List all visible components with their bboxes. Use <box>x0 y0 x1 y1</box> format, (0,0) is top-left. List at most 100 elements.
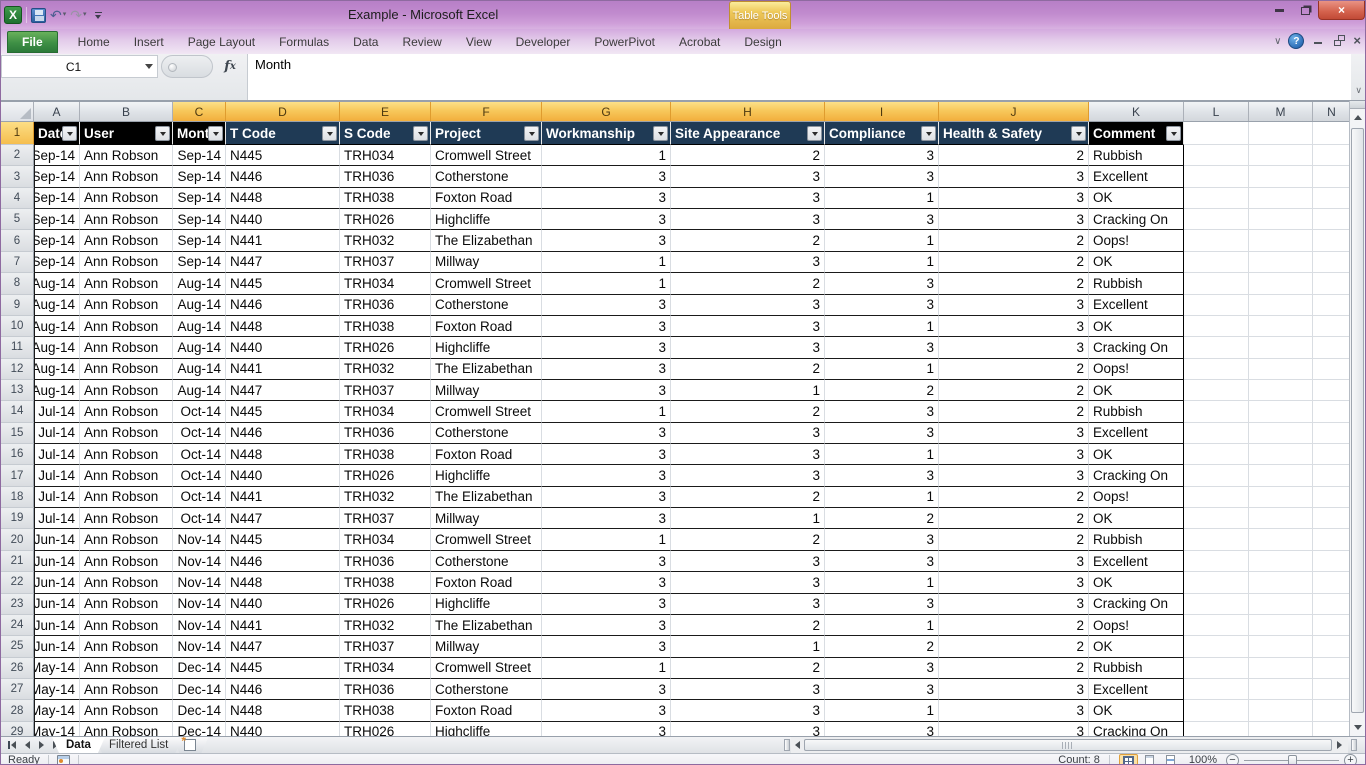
cell-compliance[interactable]: 3 <box>825 722 939 736</box>
header-cell-health_safety[interactable]: Health & Safety <box>939 122 1089 145</box>
cell-tcode[interactable]: N441 <box>226 615 340 636</box>
cell-health_safety[interactable]: 3 <box>939 722 1089 736</box>
cell-comment[interactable]: Cracking On <box>1089 722 1184 736</box>
empty-cell[interactable] <box>1249 252 1313 273</box>
cell-compliance[interactable]: 3 <box>825 145 939 166</box>
cell-health_safety[interactable]: 3 <box>939 594 1089 615</box>
empty-cell[interactable] <box>1313 700 1351 721</box>
cell-workmanship[interactable]: 3 <box>542 295 671 316</box>
empty-cell[interactable] <box>1184 465 1249 486</box>
column-header-E[interactable]: E <box>340 102 431 121</box>
cell-user[interactable]: Ann Robson <box>80 487 173 508</box>
row-number[interactable]: 14 <box>1 401 34 422</box>
cell-workmanship[interactable]: 3 <box>542 722 671 736</box>
cell-tcode[interactable]: N447 <box>226 508 340 529</box>
row-number[interactable]: 22 <box>1 572 34 593</box>
empty-cell[interactable] <box>1313 615 1351 636</box>
tab-view[interactable]: View <box>454 31 504 53</box>
cell-project[interactable]: Foxton Road <box>431 316 542 337</box>
cell-date[interactable]: Jul-14 <box>34 508 80 529</box>
cell-month[interactable]: Sep-14 <box>173 188 226 209</box>
cell-tcode[interactable]: N445 <box>226 145 340 166</box>
empty-cell[interactable] <box>1313 145 1351 166</box>
cell-project[interactable]: Highcliffe <box>431 209 542 230</box>
header-cell-workmanship[interactable]: Workmanship <box>542 122 671 145</box>
cell-date[interactable]: Jun-14 <box>34 572 80 593</box>
cell-scode[interactable]: TRH037 <box>340 636 431 657</box>
scroll-up-button[interactable] <box>1350 109 1365 126</box>
row-number[interactable]: 1 <box>1 122 34 145</box>
cell-tcode[interactable]: N446 <box>226 166 340 187</box>
cell-site_appearance[interactable]: 3 <box>671 444 825 465</box>
header-cell-user[interactable]: User <box>80 122 173 145</box>
cell-date[interactable]: Aug-14 <box>34 380 80 401</box>
cell-month[interactable]: Aug-14 <box>173 316 226 337</box>
cell-comment[interactable]: Oops! <box>1089 359 1184 380</box>
cell-health_safety[interactable]: 3 <box>939 166 1089 187</box>
empty-cell[interactable] <box>1184 166 1249 187</box>
cell-health_safety[interactable]: 2 <box>939 508 1089 529</box>
cell-site_appearance[interactable]: 1 <box>671 636 825 657</box>
cell-project[interactable]: Cotherstone <box>431 295 542 316</box>
cell-tcode[interactable]: N441 <box>226 487 340 508</box>
cell-workmanship[interactable]: 3 <box>542 380 671 401</box>
cell-comment[interactable]: Rubbish <box>1089 529 1184 550</box>
cell-workmanship[interactable]: 3 <box>542 551 671 572</box>
cell-scode[interactable]: TRH036 <box>340 166 431 187</box>
empty-cell[interactable] <box>1184 401 1249 422</box>
cell-tcode[interactable]: N441 <box>226 359 340 380</box>
filter-button[interactable] <box>921 126 936 141</box>
cell-compliance[interactable]: 3 <box>825 679 939 700</box>
cell-scode[interactable]: TRH026 <box>340 337 431 358</box>
page-layout-view-button[interactable] <box>1140 754 1159 765</box>
cell-comment[interactable]: OK <box>1089 636 1184 657</box>
cell-site_appearance[interactable]: 2 <box>671 615 825 636</box>
close-workbook-button[interactable]: × <box>1353 35 1361 47</box>
cell-month[interactable]: Dec-14 <box>173 722 226 736</box>
cell-project[interactable]: Foxton Road <box>431 188 542 209</box>
empty-cell[interactable] <box>1313 572 1351 593</box>
column-header-C[interactable]: C <box>173 102 226 121</box>
close-window-button[interactable]: × <box>1318 1 1365 20</box>
empty-cell[interactable] <box>1313 487 1351 508</box>
cell-compliance[interactable]: 1 <box>825 487 939 508</box>
cell-comment[interactable]: Oops! <box>1089 487 1184 508</box>
cell-site_appearance[interactable]: 2 <box>671 273 825 294</box>
empty-cell[interactable] <box>1313 465 1351 486</box>
cell-tcode[interactable]: N447 <box>226 380 340 401</box>
cell-comment[interactable]: OK <box>1089 700 1184 721</box>
cell-tcode[interactable]: N448 <box>226 572 340 593</box>
cell-workmanship[interactable]: 3 <box>542 615 671 636</box>
save-button[interactable] <box>31 8 46 23</box>
cell-comment[interactable]: OK <box>1089 188 1184 209</box>
column-header-L[interactable]: L <box>1184 102 1249 121</box>
filter-button[interactable] <box>208 126 223 141</box>
filter-button[interactable] <box>524 126 539 141</box>
cell-comment[interactable]: Cracking On <box>1089 337 1184 358</box>
cell-tcode[interactable]: N445 <box>226 401 340 422</box>
cell-tcode[interactable]: N448 <box>226 444 340 465</box>
cell-comment[interactable]: Oops! <box>1089 615 1184 636</box>
zoom-level[interactable]: 100% <box>1189 754 1217 765</box>
cell-month[interactable]: Nov-14 <box>173 551 226 572</box>
cell-health_safety[interactable]: 2 <box>939 658 1089 679</box>
empty-cell[interactable] <box>1313 230 1351 251</box>
cell-user[interactable]: Ann Robson <box>80 145 173 166</box>
row-number[interactable]: 3 <box>1 166 34 187</box>
cell-scode[interactable]: TRH034 <box>340 529 431 550</box>
column-header-M[interactable]: M <box>1249 102 1313 121</box>
cell-health_safety[interactable]: 2 <box>939 636 1089 657</box>
cell-health_safety[interactable]: 2 <box>939 252 1089 273</box>
empty-cell[interactable] <box>1249 529 1313 550</box>
cell-health_safety[interactable]: 2 <box>939 359 1089 380</box>
empty-cell[interactable] <box>1313 679 1351 700</box>
cell-tcode[interactable]: N446 <box>226 295 340 316</box>
cell-date[interactable]: May-14 <box>34 679 80 700</box>
cell-user[interactable]: Ann Robson <box>80 722 173 736</box>
column-header-K[interactable]: K <box>1089 102 1184 121</box>
cell-scode[interactable]: TRH036 <box>340 679 431 700</box>
empty-cell[interactable] <box>1249 122 1313 145</box>
cell-scode[interactable]: TRH037 <box>340 508 431 529</box>
cell-project[interactable]: The Elizabethan <box>431 230 542 251</box>
tab-review[interactable]: Review <box>390 31 453 53</box>
